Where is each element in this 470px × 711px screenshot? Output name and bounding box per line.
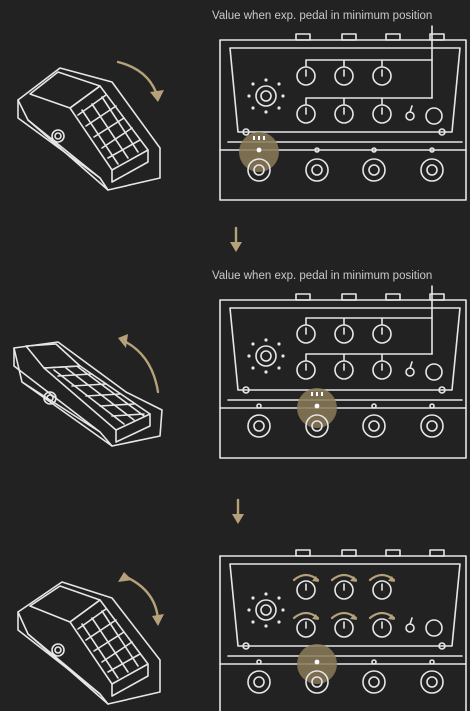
step-1 [17, 25, 467, 201]
effects-unit-1 [219, 25, 467, 201]
rotation-arrow-3 [118, 572, 164, 626]
step-3 [17, 549, 467, 711]
effects-unit-2 [219, 285, 467, 459]
step-arrow-2 [232, 498, 244, 524]
effects-unit-3 [219, 549, 467, 711]
expression-pedal-3 [17, 581, 161, 705]
rotation-arrow-1 [116, 60, 164, 102]
step-arrow-1 [230, 226, 242, 252]
expression-pedal-2 [13, 341, 163, 447]
pedal-diagram [13, 25, 467, 711]
expression-pedal-1 [17, 67, 161, 191]
rotation-arrow-2 [118, 334, 160, 394]
step-2 [13, 285, 467, 459]
